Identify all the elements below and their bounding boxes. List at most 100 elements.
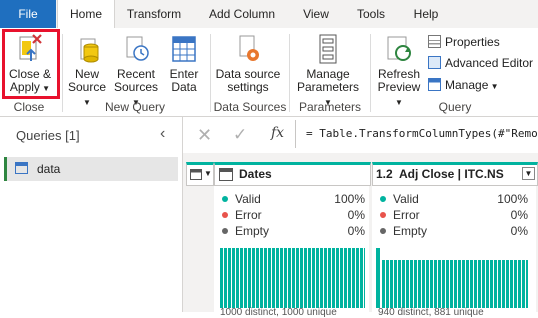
column-profile-dates: Valid 100% Error 0% Empty 0% 1000 distin… — [214, 186, 369, 318]
empty-percent: 0% — [510, 224, 528, 238]
ribbon-tab-bar: File Home Transform Add Column View Tool… — [0, 0, 538, 29]
tab-file[interactable]: File — [0, 0, 56, 28]
column-footer-dates: 1000 distinct, 1000 unique — [220, 307, 337, 318]
recent-sources-button[interactable]: Recent Sources ▼ — [110, 33, 162, 109]
distribution-chart-dates — [220, 248, 365, 308]
error-dot-icon — [222, 212, 228, 218]
manage-parameters-button[interactable]: Manage Parameters ▼ — [292, 33, 364, 109]
close-apply-icon — [19, 34, 42, 61]
data-source-settings-button[interactable]: Data source settings — [212, 33, 284, 94]
properties-button[interactable]: Properties — [428, 33, 500, 51]
distribution-bars — [220, 248, 365, 308]
empty-label: Empty — [235, 224, 270, 238]
close-apply-label-2: Apply — [9, 80, 40, 94]
valid-percent: 100% — [334, 192, 365, 206]
manage-button[interactable]: Manage ▼ — [428, 76, 499, 94]
query-item-data[interactable]: data — [4, 157, 178, 181]
table-icon — [172, 36, 196, 62]
error-row: Error — [380, 208, 420, 222]
chevron-down-icon: ▼ — [39, 84, 51, 93]
empty-label: Empty — [393, 224, 428, 238]
valid-row: Valid — [222, 192, 261, 206]
data-source-settings-label-2: settings — [227, 80, 269, 94]
manage-parameters-label-2: Parameters — [296, 80, 360, 94]
new-source-button[interactable]: New Source ▼ — [64, 33, 110, 109]
collapse-pane-icon[interactable]: ‹ — [160, 125, 165, 143]
group-separator — [370, 34, 371, 112]
properties-icon — [428, 35, 441, 48]
tab-tools[interactable]: Tools — [345, 0, 397, 28]
tab-help[interactable]: Help — [402, 0, 450, 28]
error-label: Error — [235, 208, 262, 222]
chevron-down-icon: ▼ — [488, 82, 499, 91]
error-label: Error — [393, 208, 420, 222]
recent-sources-label-2: Sources — [113, 80, 159, 94]
advanced-editor-label: Advanced Editor — [445, 56, 534, 70]
group-label-query: Query — [438, 100, 472, 114]
tab-add-column[interactable]: Add Column — [198, 0, 286, 28]
commit-icon[interactable]: ✓ — [233, 125, 247, 145]
cancel-icon[interactable]: ✕ — [197, 125, 212, 146]
error-percent: 0% — [510, 208, 528, 222]
table-type-icon — [190, 169, 202, 180]
distribution-chart-adj-close — [376, 248, 528, 308]
enter-data-button[interactable]: Enter Data — [164, 33, 204, 94]
empty-percent: 0% — [347, 224, 365, 238]
error-dot-icon — [380, 212, 386, 218]
fx-icon[interactable]: fx — [271, 125, 284, 141]
error-percent: 0% — [347, 208, 365, 222]
database-icon — [80, 38, 99, 63]
valid-dot-icon — [380, 196, 386, 202]
distribution-bar-first — [376, 248, 380, 308]
enter-data-label-2: Data — [171, 80, 197, 94]
tab-transform[interactable]: Transform — [113, 0, 195, 28]
column-header-dates[interactable]: Dates — [214, 162, 371, 186]
new-source-label-2: Source — [67, 80, 107, 94]
properties-label: Properties — [445, 35, 500, 49]
chevron-down-icon: ▼ — [204, 169, 212, 178]
manage-label: Manage — [445, 78, 489, 92]
queries-pane-title: Queries [1] — [16, 128, 80, 143]
decimal-type-icon: 1.2 — [376, 167, 393, 181]
empty-dot-icon — [222, 228, 228, 234]
calendar-type-icon — [219, 168, 233, 181]
table-icon — [15, 162, 28, 174]
valid-percent: 100% — [497, 192, 528, 206]
query-item-label: data — [37, 162, 61, 176]
column-header-adj-close[interactable]: 1.2 Adj Close | ITC.NS ▼ — [372, 162, 538, 186]
refresh-preview-button[interactable]: Refresh Preview ▼ — [374, 33, 424, 109]
error-row: Error — [222, 208, 262, 222]
column-name-adj-close: Adj Close | ITC.NS — [399, 167, 504, 181]
formula-bar: ✕ ✓ fx = Table.TransformColumnTypes(#"Re… — [183, 117, 538, 153]
group-label-new-query: New Query — [104, 100, 166, 114]
empty-row: Empty — [222, 224, 269, 238]
column-footer-adj-close: 940 distinct, 881 unique — [378, 307, 484, 318]
valid-label: Valid — [235, 192, 261, 206]
column-filter-dropdown-icon[interactable]: ▼ — [522, 167, 535, 180]
queries-pane: Queries [1] ‹ data — [0, 117, 183, 312]
table-corner-header[interactable]: ▼ — [186, 162, 214, 186]
advanced-editor-icon — [428, 56, 441, 69]
column-profile-adj-close: Valid 100% Error 0% Empty 0% 940 distinc… — [372, 186, 536, 318]
valid-dot-icon — [222, 196, 228, 202]
refresh-icon — [387, 36, 411, 61]
manage-icon — [428, 78, 441, 91]
close-apply-button[interactable]: Close & Apply ▼ — [5, 33, 55, 95]
recent-sources-icon — [126, 36, 149, 61]
tab-view[interactable]: View — [292, 0, 340, 28]
formula-input[interactable]: = Table.TransformColumnTypes(#"Remo — [295, 120, 538, 148]
group-label-close: Close — [13, 100, 45, 114]
data-source-settings-icon — [239, 35, 259, 61]
tab-home[interactable]: Home — [57, 0, 115, 29]
distribution-bars — [382, 260, 528, 308]
empty-dot-icon — [380, 228, 386, 234]
advanced-editor-button[interactable]: Advanced Editor — [428, 54, 533, 72]
group-label-data-sources: Data Sources — [213, 100, 287, 114]
valid-row: Valid — [380, 192, 419, 206]
column-name-dates: Dates — [239, 167, 272, 181]
manage-parameters-icon — [319, 34, 337, 64]
valid-label: Valid — [393, 192, 419, 206]
group-label-parameters: Parameters — [298, 100, 362, 114]
formula-text: = Table.TransformColumnTypes(#"Remo — [306, 127, 538, 140]
empty-row: Empty — [380, 224, 427, 238]
